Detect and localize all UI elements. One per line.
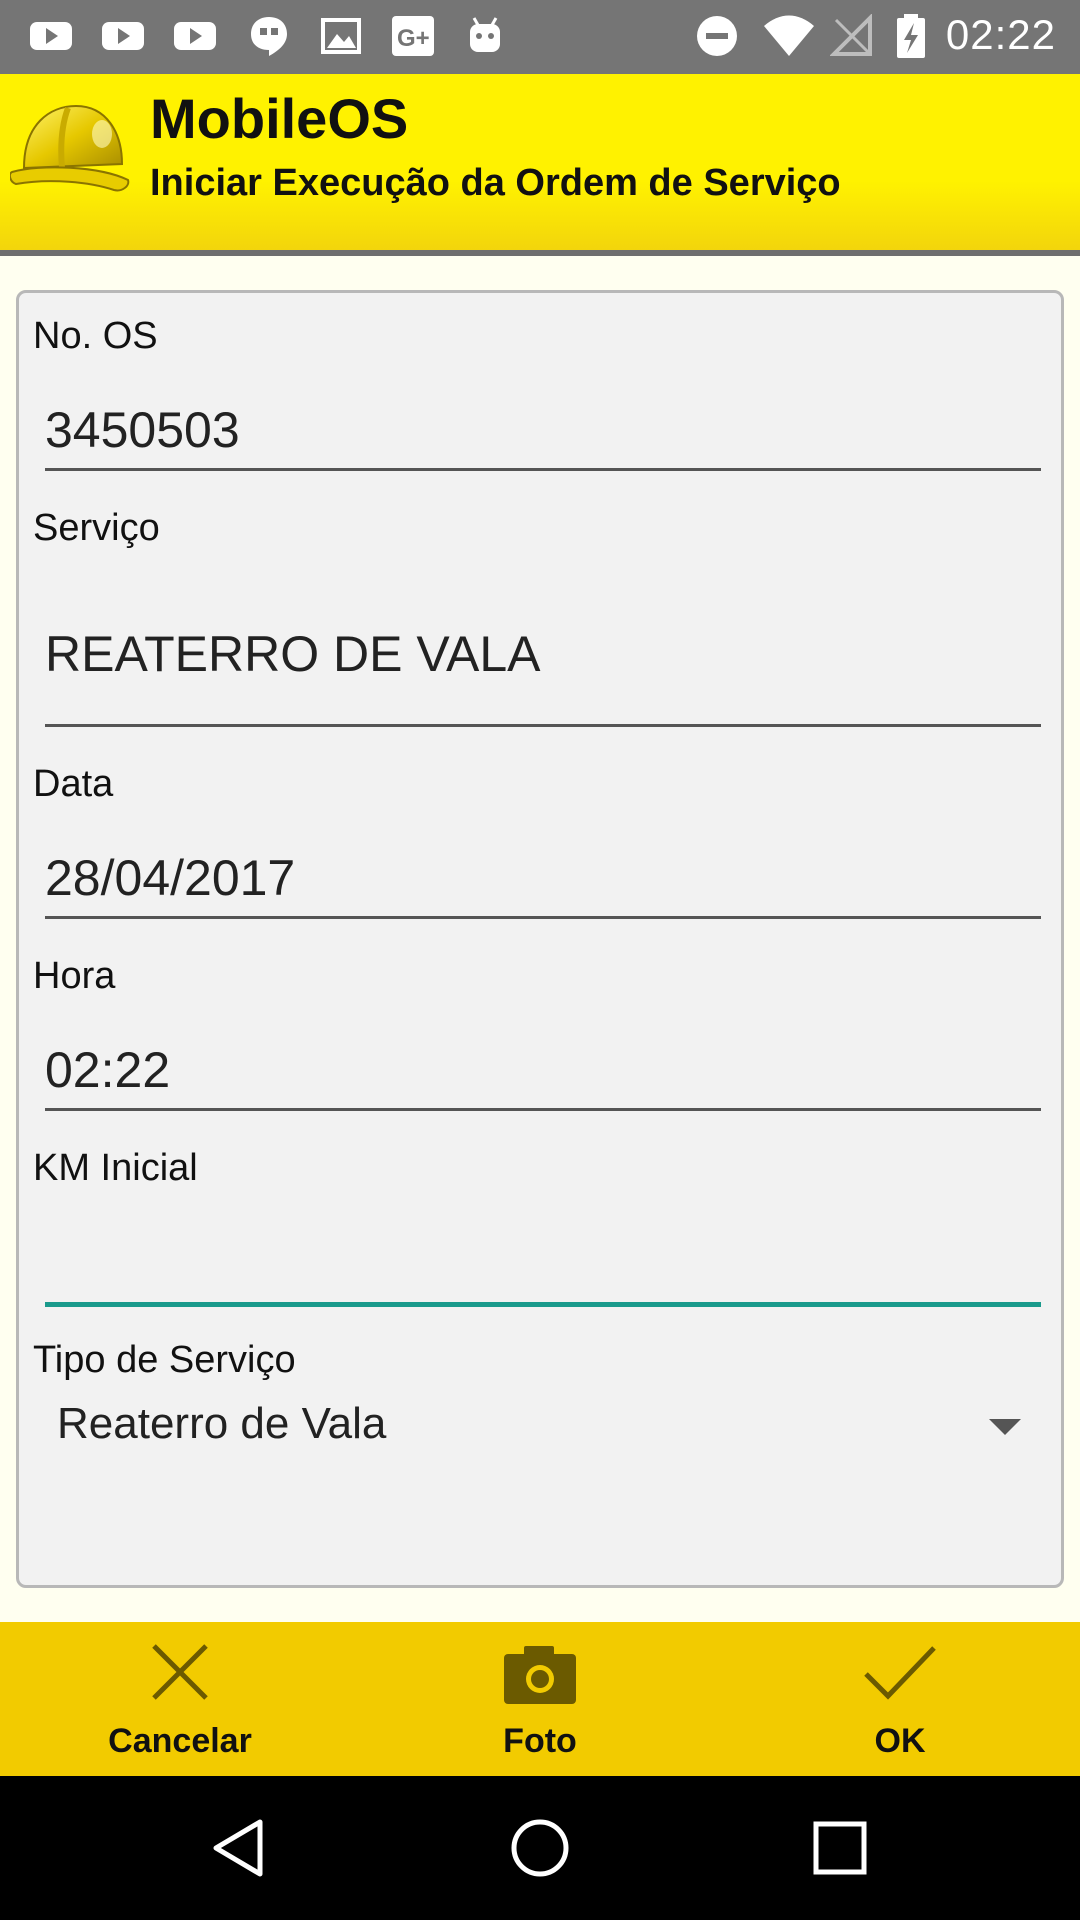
camera-icon xyxy=(504,1646,576,1704)
photo-button[interactable]: Foto xyxy=(360,1622,720,1776)
cancel-label: Cancelar xyxy=(108,1722,252,1760)
service-type-selected: Reaterro de Vala xyxy=(57,1399,387,1448)
km-initial-label: KM Inicial xyxy=(33,1147,198,1189)
time-label: Hora xyxy=(33,955,116,997)
close-icon xyxy=(152,1644,208,1700)
ok-label: OK xyxy=(874,1722,926,1760)
check-icon xyxy=(864,1646,936,1700)
battery-charging-icon xyxy=(897,14,925,58)
do-not-disturb-icon xyxy=(697,16,737,56)
km-initial-underline xyxy=(45,1302,1041,1307)
km-initial-field[interactable] xyxy=(45,1233,1041,1293)
app-header: MobileOS Iniciar Execução da Ordem de Se… xyxy=(0,74,1080,252)
date-label: Data xyxy=(33,763,114,805)
navigation-bar xyxy=(0,1776,1080,1920)
youtube-icon xyxy=(102,22,144,50)
action-bar: Cancelar Foto OK xyxy=(0,1622,1080,1776)
youtube-icon xyxy=(30,22,72,50)
svg-text:G+: G+ xyxy=(397,25,430,52)
header-divider xyxy=(0,250,1080,256)
gallery-icon xyxy=(321,18,361,54)
back-icon[interactable] xyxy=(208,1816,272,1880)
service-underline xyxy=(45,724,1041,727)
ok-button[interactable]: OK xyxy=(720,1622,1080,1776)
form-card: No. OS 3450503 Serviço REATERRO DE VALA … xyxy=(16,290,1064,1588)
os-number-label: No. OS xyxy=(33,315,158,357)
chevron-down-icon xyxy=(989,1419,1021,1435)
os-number-field[interactable]: 3450503 xyxy=(45,401,240,459)
android-icon xyxy=(470,17,500,52)
time-field[interactable]: 02:22 xyxy=(45,1041,170,1099)
time-underline xyxy=(45,1108,1041,1111)
service-label: Serviço xyxy=(33,507,160,549)
photo-label: Foto xyxy=(503,1722,577,1760)
wifi-icon xyxy=(764,15,814,56)
youtube-icon xyxy=(174,22,216,50)
recents-icon[interactable] xyxy=(808,1816,872,1880)
cancel-button[interactable]: Cancelar xyxy=(0,1622,360,1776)
no-signal-icon xyxy=(830,14,872,56)
screen-subtitle: Iniciar Execução da Ordem de Serviço xyxy=(150,162,841,204)
google-plus-icon: G+ xyxy=(392,16,434,56)
home-icon[interactable] xyxy=(508,1816,572,1880)
date-underline xyxy=(45,916,1041,919)
date-field[interactable]: 28/04/2017 xyxy=(45,849,295,907)
helmet-icon xyxy=(10,104,130,192)
app-title: MobileOS xyxy=(150,87,409,150)
os-number-underline xyxy=(45,468,1041,471)
service-type-dropdown[interactable]: Reaterro de Vala xyxy=(33,1393,1053,1473)
hangouts-icon xyxy=(251,17,287,56)
status-bar: G+ 02:22 xyxy=(0,0,1080,74)
service-type-label: Tipo de Serviço xyxy=(33,1339,296,1381)
service-field[interactable]: REATERRO DE VALA xyxy=(45,625,540,683)
clock: 02:22 xyxy=(945,11,1056,58)
